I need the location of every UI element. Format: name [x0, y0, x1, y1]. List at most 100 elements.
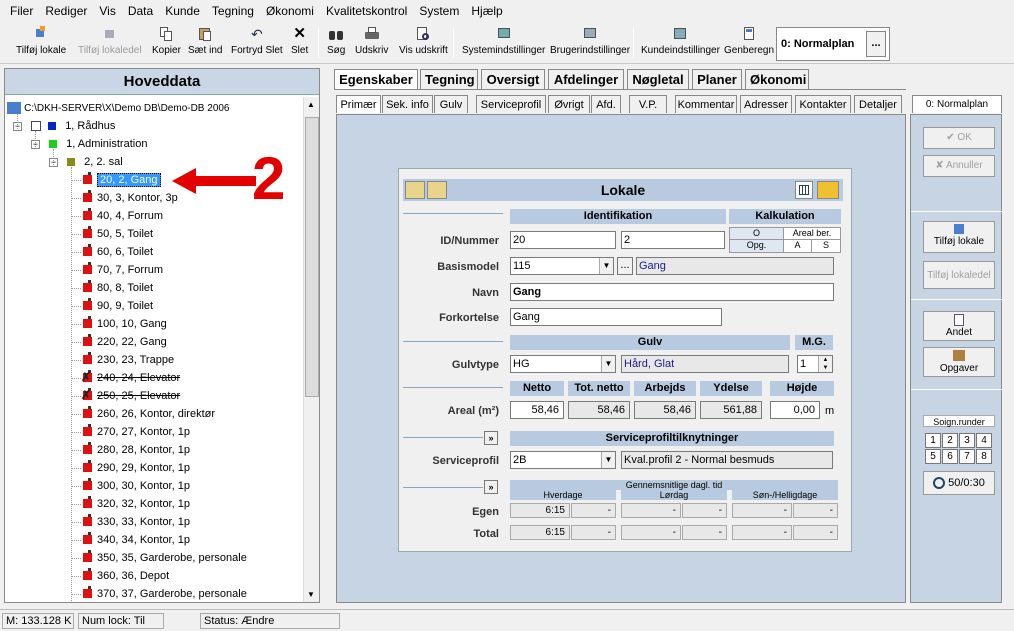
tree-room-item[interactable]: ✗ 250, 25, Elevator: [71, 387, 180, 405]
id-field[interactable]: 20: [510, 231, 616, 249]
basismodel-select[interactable]: 115 ▼: [510, 257, 614, 275]
undo-delete-button[interactable]: ↶ Fortryd Slet: [231, 24, 283, 62]
tab-oevrigt[interactable]: Øvrigt: [548, 95, 590, 113]
menu-hjaelp[interactable]: Hjælp: [465, 4, 508, 18]
round-button[interactable]: 6: [942, 449, 958, 464]
tree-room-item[interactable]: 270, 27, Kontor, 1p: [71, 423, 190, 441]
tree-room-item[interactable]: 50, 5, Toilet: [71, 225, 153, 243]
calculator-icon[interactable]: [795, 181, 813, 199]
serviceprofile-expand-button[interactable]: »: [484, 431, 498, 445]
tree-scrollbar[interactable]: ▲ ▼: [303, 97, 319, 602]
copy-button[interactable]: Kopier: [152, 24, 181, 62]
tree-node-2-sal[interactable]: − 2, 2. sal: [49, 153, 123, 171]
tab-egenskaber[interactable]: Egenskaber: [334, 69, 418, 89]
round-button[interactable]: 7: [959, 449, 975, 464]
round-button[interactable]: 3: [959, 433, 975, 448]
number-field[interactable]: 2: [621, 231, 725, 249]
tree-room-item[interactable]: 370, 37, Garderobe, personale: [71, 585, 247, 602]
timer-button[interactable]: 50/0:30: [923, 471, 995, 495]
round-button[interactable]: 4: [976, 433, 992, 448]
serviceprofile-select[interactable]: 2B ▼: [510, 451, 616, 469]
search-button[interactable]: Søg: [327, 24, 345, 62]
other-button[interactable]: Andet: [923, 311, 995, 341]
tree-room-item[interactable]: 280, 28, Kontor, 1p: [71, 441, 190, 459]
menu-rediger[interactable]: Rediger: [39, 4, 93, 18]
chevron-down-icon[interactable]: ▼: [601, 452, 615, 468]
customer-settings-button[interactable]: Kundeindstillinger: [641, 24, 720, 62]
tab-primaer[interactable]: Primær: [336, 95, 381, 113]
tree-room-item[interactable]: 30, 3, Kontor, 3p: [71, 189, 178, 207]
tree-node-raadhus[interactable]: − 1, Rådhus: [13, 117, 115, 135]
menu-kvalitetskontrol[interactable]: Kvalitetskontrol: [320, 4, 413, 18]
add-room-button[interactable]: Tilføj lokale: [923, 221, 995, 253]
menu-vis[interactable]: Vis: [93, 4, 121, 18]
chevron-down-icon[interactable]: ▼: [599, 258, 613, 274]
tree-root[interactable]: C:\DKH-SERVER\X\Demo DB\Demo-DB 2006: [7, 99, 230, 117]
ok-button[interactable]: ✔ OK: [923, 127, 995, 149]
tab-planer[interactable]: Planer: [692, 69, 742, 89]
user-settings-button[interactable]: Brugerindstillinger: [550, 24, 630, 62]
plan-selector-button[interactable]: ...: [866, 31, 886, 57]
tab-vp[interactable]: V.P.: [629, 95, 667, 113]
tree-room-item[interactable]: 60, 6, Toilet: [71, 243, 153, 261]
collapse-icon[interactable]: −: [13, 121, 22, 131]
tree-room-item[interactable]: 20, 2, Gang: [71, 171, 161, 189]
tree-room-item[interactable]: 350, 35, Garderobe, personale: [71, 549, 247, 567]
tree-room-item[interactable]: 40, 4, Forrum: [71, 207, 163, 225]
round-button[interactable]: 1: [925, 433, 941, 448]
round-button[interactable]: 2: [942, 433, 958, 448]
tree-room-item[interactable]: 320, 32, Kontor, 1p: [71, 495, 190, 513]
tab-sek-info[interactable]: Sek. info: [382, 95, 433, 113]
time-expand-button[interactable]: »: [484, 480, 498, 494]
tab-kontakter[interactable]: Kontakter: [795, 95, 851, 113]
tab-kommentar[interactable]: Kommentar: [675, 95, 737, 113]
tab-afd[interactable]: Afd.: [591, 95, 621, 113]
tab-afdelinger[interactable]: Afdelinger: [548, 69, 624, 89]
name-field[interactable]: Gang: [510, 283, 834, 301]
menu-tegning[interactable]: Tegning: [206, 4, 260, 18]
tree-room-item[interactable]: 230, 23, Trappe: [71, 351, 174, 369]
tab-plan[interactable]: 0: Normalplan: [912, 95, 1002, 113]
recalculate-button[interactable]: Genberegn: [724, 24, 774, 62]
scroll-up-icon[interactable]: ▲: [307, 100, 315, 109]
tree-node-administration[interactable]: − 1, Administration: [31, 135, 147, 153]
tree-room-item[interactable]: 360, 36, Depot: [71, 567, 169, 585]
paste-button[interactable]: Sæt ind: [188, 24, 222, 62]
floor-type-select[interactable]: HG ▼: [510, 355, 616, 373]
collapse-icon[interactable]: −: [49, 157, 58, 167]
folder-open-icon[interactable]: [405, 181, 425, 199]
print-button[interactable]: Udskriv: [355, 24, 388, 62]
tab-adresser[interactable]: Adresser: [740, 95, 792, 113]
tab-gulv[interactable]: Gulv: [434, 95, 468, 113]
tree-room-item[interactable]: 330, 33, Kontor, 1p: [71, 513, 190, 531]
menu-data[interactable]: Data: [122, 4, 159, 18]
tab-tegning[interactable]: Tegning: [420, 69, 478, 89]
round-button[interactable]: 5: [925, 449, 941, 464]
tree-room-item[interactable]: 290, 29, Kontor, 1p: [71, 459, 190, 477]
edit-pencil-icon[interactable]: [817, 181, 839, 199]
tab-detaljer[interactable]: Detaljer: [854, 95, 902, 113]
round-button[interactable]: 8: [976, 449, 992, 464]
tree-room-item[interactable]: 220, 22, Gang: [71, 333, 167, 351]
abbreviation-field[interactable]: Gang: [510, 308, 722, 326]
system-settings-button[interactable]: Systemindstillinger: [462, 24, 545, 62]
tab-oversigt[interactable]: Oversigt: [481, 69, 545, 89]
tab-oekonomi[interactable]: Økonomi: [745, 69, 809, 89]
chevron-down-icon[interactable]: ▼: [601, 356, 615, 372]
print-preview-button[interactable]: Vis udskrift: [399, 24, 448, 62]
mg-stepper[interactable]: 1 ▲ ▼: [797, 355, 833, 373]
tree-room-item[interactable]: ✗ 240, 24, Elevator: [71, 369, 180, 387]
tree-room-item[interactable]: 300, 30, Kontor, 1p: [71, 477, 190, 495]
area-netto-field[interactable]: 58,46: [510, 401, 564, 419]
add-room-part-button[interactable]: Tilføj lokaledel: [923, 261, 995, 289]
menu-oekonomi[interactable]: Økonomi: [260, 4, 320, 18]
stepper-arrows-icon[interactable]: ▲ ▼: [818, 356, 832, 372]
tab-noegletal[interactable]: Nøgletal: [627, 69, 689, 89]
tree-room-item[interactable]: 100, 10, Gang: [71, 315, 167, 333]
tree-room-item[interactable]: 340, 34, Kontor, 1p: [71, 531, 190, 549]
collapse-icon[interactable]: −: [31, 139, 40, 149]
menu-kunde[interactable]: Kunde: [159, 4, 206, 18]
tab-serviceprofil[interactable]: Serviceprofil: [476, 95, 546, 113]
tree-room-item[interactable]: 80, 8, Toilet: [71, 279, 153, 297]
basismodel-browse-button[interactable]: ...: [617, 257, 633, 275]
